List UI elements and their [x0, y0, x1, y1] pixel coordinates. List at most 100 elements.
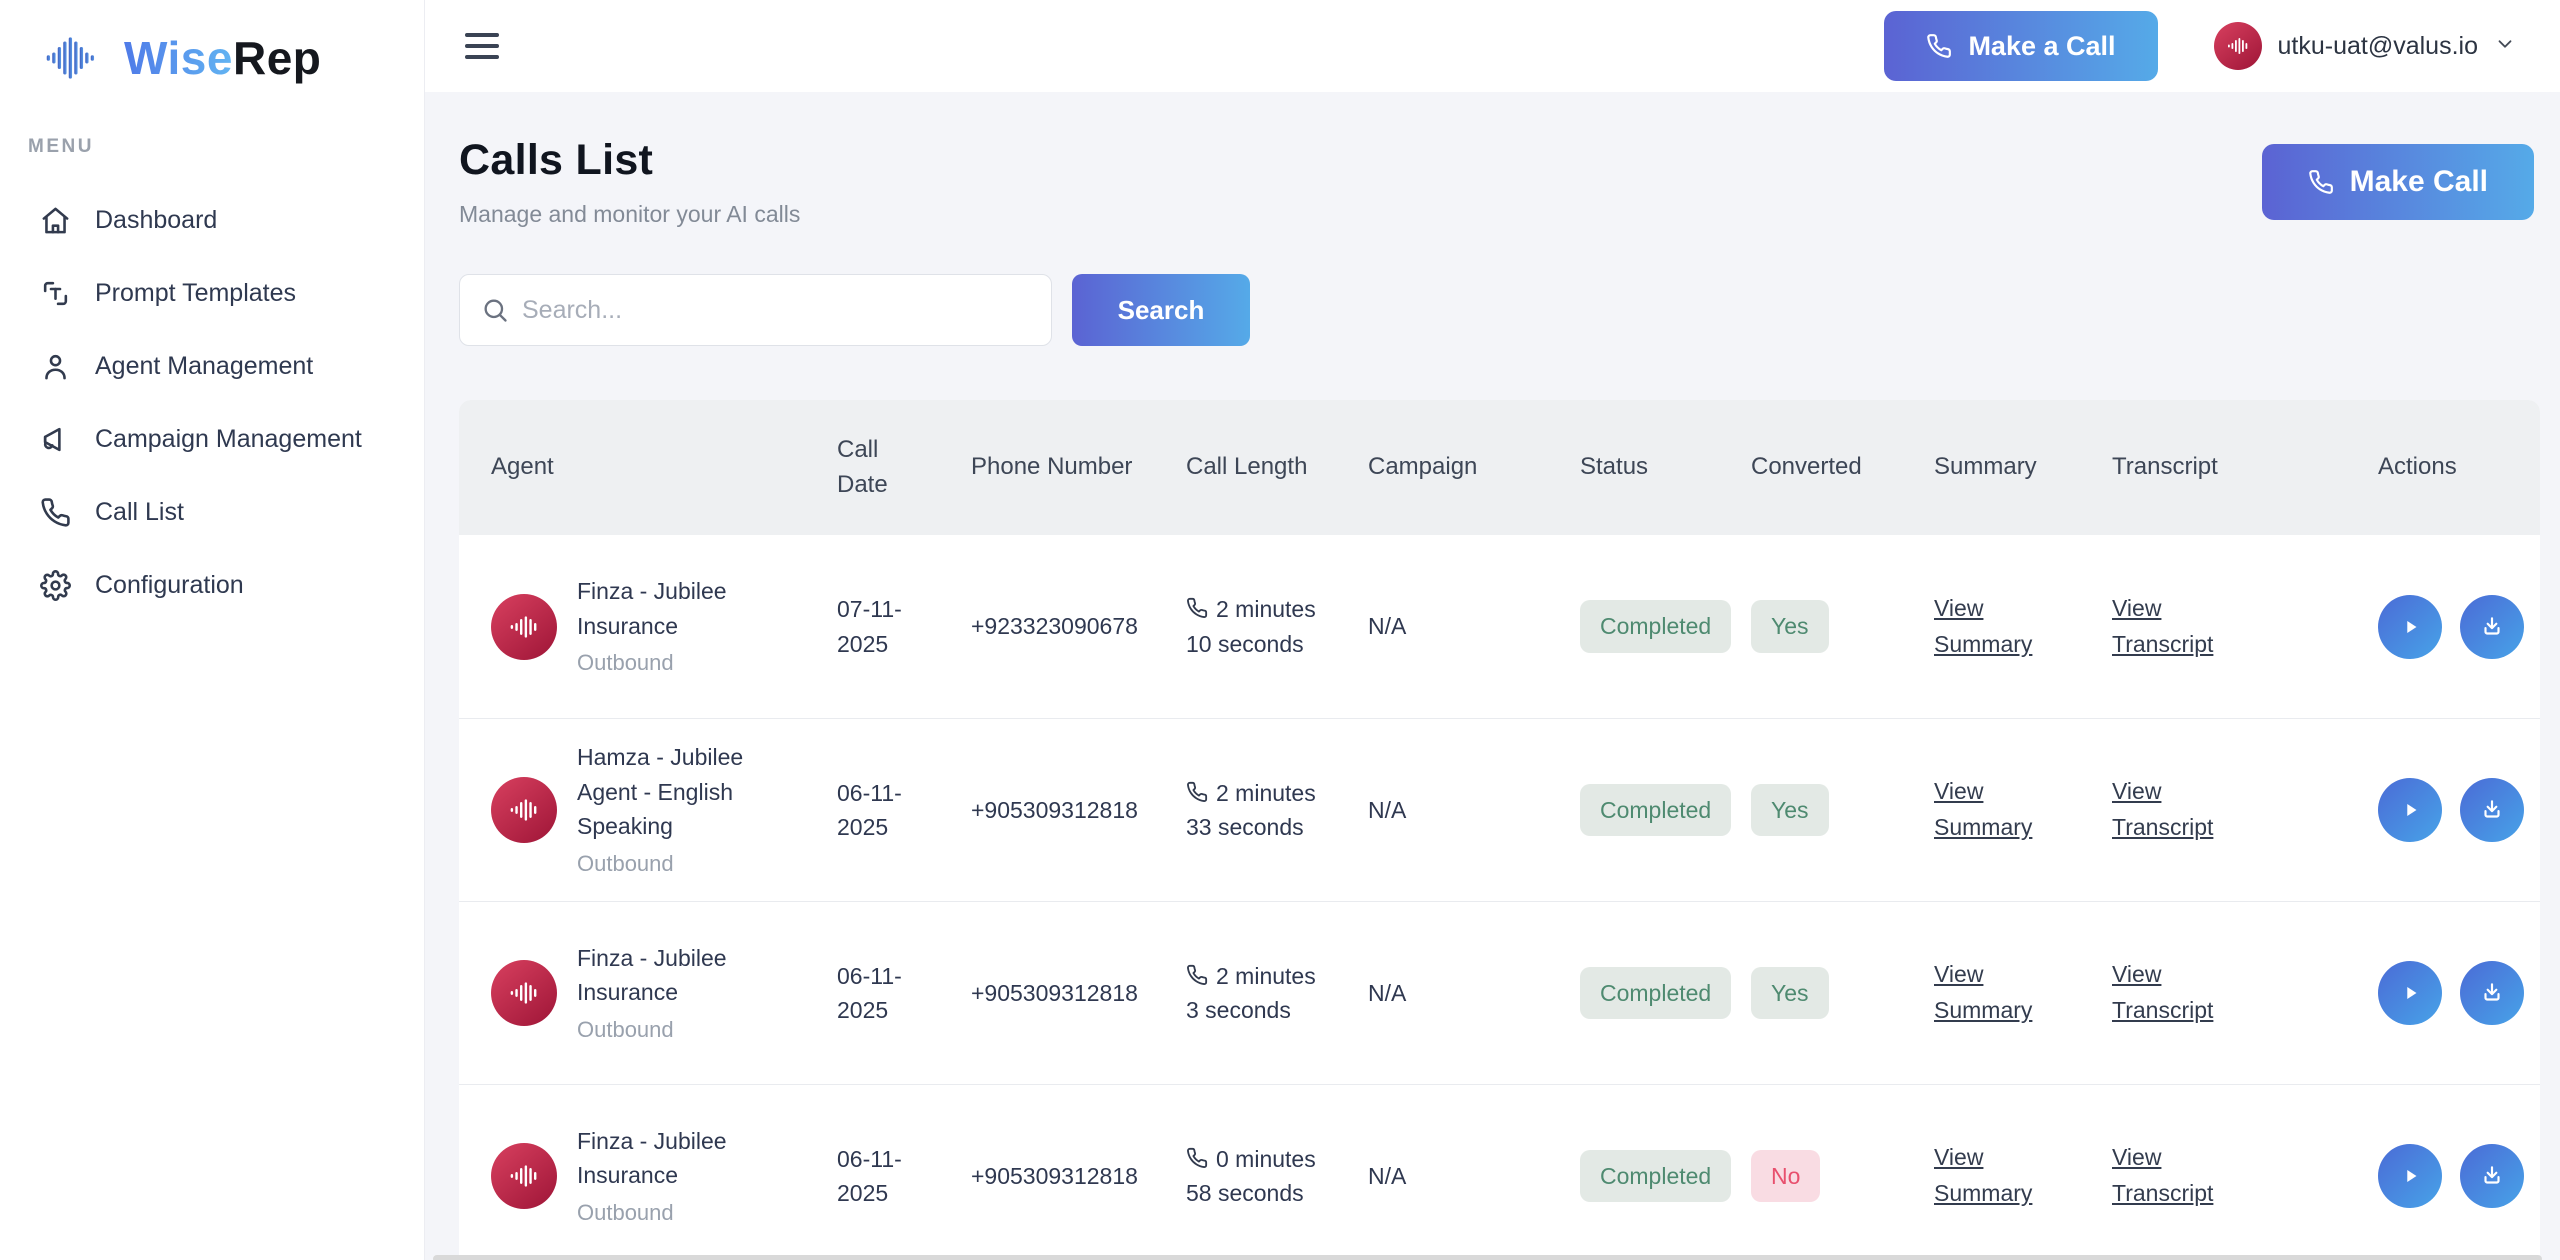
calls-table: Agent Call Date Phone Number Call Length…	[459, 400, 2540, 1260]
phone-icon	[40, 497, 71, 528]
view-transcript-link[interactable]: View Transcript	[2112, 774, 2234, 845]
play-icon	[2397, 614, 2423, 640]
agent-avatar	[491, 594, 557, 660]
phone-number: +905309312818	[939, 793, 1154, 828]
converted-badge: No	[1751, 1150, 1820, 1203]
menu-section-label: MENU	[28, 136, 424, 158]
template-icon	[40, 278, 71, 309]
sidebar-item-label: Call List	[95, 498, 184, 527]
sidebar-item-dashboard[interactable]: Dashboard	[0, 184, 424, 257]
converted-badge: Yes	[1751, 600, 1829, 653]
play-icon	[2397, 1163, 2423, 1189]
user-avatar	[2214, 22, 2262, 70]
download-icon	[2479, 1163, 2505, 1189]
search-input[interactable]	[459, 274, 1052, 346]
sidebar-item-prompt-templates[interactable]: Prompt Templates	[0, 257, 424, 330]
phone-icon	[1926, 33, 1952, 59]
agent-name: Finza - Jubilee Insurance	[577, 1124, 787, 1193]
agent-avatar	[491, 777, 557, 843]
waveform-icon	[508, 794, 540, 826]
phone-icon	[1186, 597, 1208, 619]
waveform-icon	[508, 1160, 540, 1192]
table-header-row: Agent Call Date Phone Number Call Length…	[459, 400, 2540, 535]
waveform-icon	[2226, 34, 2250, 58]
phone-icon	[1186, 781, 1208, 803]
phone-icon	[2308, 169, 2334, 195]
make-call-button[interactable]: Make Call	[2262, 144, 2534, 220]
sidebar-item-label: Dashboard	[95, 206, 217, 235]
call-length: 2 minutes 10 seconds	[1154, 592, 1336, 661]
campaign: N/A	[1336, 976, 1548, 1011]
sidebar-item-configuration[interactable]: Configuration	[0, 549, 424, 622]
top-bar: Make a Call utku-uat@valus.io	[425, 0, 2560, 92]
agent-name: Hamza - Jubilee Agent - English Speaking	[577, 740, 787, 844]
table-body: Finza - Jubilee Insurance Outbound 07-11…	[459, 535, 2540, 1260]
status-badge: Completed	[1580, 784, 1731, 837]
search-button[interactable]: Search	[1072, 274, 1250, 346]
call-direction: Outbound	[577, 646, 787, 679]
phone-icon	[1186, 1147, 1208, 1169]
download-recording-button[interactable]	[2460, 595, 2524, 659]
converted-badge: Yes	[1751, 967, 1829, 1020]
sidebar-nav: Dashboard Prompt Templates Agent Managem…	[0, 184, 424, 622]
home-icon	[40, 205, 71, 236]
table-row: Hamza - Jubilee Agent - English Speaking…	[459, 718, 2540, 901]
make-a-call-button[interactable]: Make a Call	[1884, 11, 2157, 81]
agent-name: Finza - Jubilee Insurance	[577, 574, 787, 643]
view-transcript-link[interactable]: View Transcript	[2112, 1140, 2234, 1211]
column-header-agent: Agent	[459, 450, 805, 485]
call-date: 06-11-2025	[805, 959, 939, 1028]
view-summary-link[interactable]: View Summary	[1934, 957, 2056, 1028]
call-direction: Outbound	[577, 847, 787, 880]
status-badge: Completed	[1580, 1150, 1731, 1203]
call-length: 2 minutes 3 seconds	[1154, 959, 1336, 1028]
campaign: N/A	[1336, 609, 1548, 644]
user-menu[interactable]: utku-uat@valus.io	[2214, 22, 2516, 70]
user-email: utku-uat@valus.io	[2278, 32, 2478, 61]
table-row: Finza - Jubilee Insurance Outbound 06-11…	[459, 901, 2540, 1084]
campaign: N/A	[1336, 793, 1548, 828]
brand-logo: WiseRep	[0, 26, 424, 90]
view-transcript-link[interactable]: View Transcript	[2112, 591, 2234, 662]
call-length: 0 minutes 58 seconds	[1154, 1142, 1336, 1211]
hamburger-icon[interactable]	[465, 33, 499, 59]
view-summary-link[interactable]: View Summary	[1934, 591, 2056, 662]
chevron-down-icon	[2494, 33, 2516, 60]
sidebar-item-call-list[interactable]: Call List	[0, 476, 424, 549]
agent-name: Finza - Jubilee Insurance	[577, 941, 787, 1010]
agent-avatar	[491, 1143, 557, 1209]
play-recording-button[interactable]	[2378, 1144, 2442, 1208]
call-direction: Outbound	[577, 1013, 787, 1046]
sidebar-item-campaign-management[interactable]: Campaign Management	[0, 403, 424, 476]
view-summary-link[interactable]: View Summary	[1934, 1140, 2056, 1211]
column-header-status: Status	[1548, 450, 1719, 485]
waveform-icon	[44, 36, 110, 80]
status-badge: Completed	[1580, 967, 1731, 1020]
view-transcript-link[interactable]: View Transcript	[2112, 957, 2234, 1028]
download-icon	[2479, 614, 2505, 640]
download-recording-button[interactable]	[2460, 1144, 2524, 1208]
page-title: Calls List	[459, 136, 800, 185]
play-recording-button[interactable]	[2378, 961, 2442, 1025]
table-row: Finza - Jubilee Insurance Outbound 06-11…	[459, 1084, 2540, 1260]
call-length: 2 minutes 33 seconds	[1154, 776, 1336, 845]
play-recording-button[interactable]	[2378, 778, 2442, 842]
download-recording-button[interactable]	[2460, 961, 2524, 1025]
sidebar-item-agent-management[interactable]: Agent Management	[0, 330, 424, 403]
agent-avatar	[491, 960, 557, 1026]
view-summary-link[interactable]: View Summary	[1934, 774, 2056, 845]
horizontal-scrollbar[interactable]	[433, 1255, 2542, 1260]
call-date: 06-11-2025	[805, 776, 939, 845]
column-header-converted: Converted	[1719, 450, 1902, 485]
column-header-phone-number: Phone Number	[939, 450, 1154, 485]
sidebar-item-label: Prompt Templates	[95, 279, 296, 308]
play-icon	[2397, 797, 2423, 823]
call-date: 07-11-2025	[805, 592, 939, 661]
download-recording-button[interactable]	[2460, 778, 2524, 842]
play-recording-button[interactable]	[2378, 595, 2442, 659]
page-content: Calls List Manage and monitor your AI ca…	[425, 92, 2560, 1260]
call-direction: Outbound	[577, 1196, 787, 1229]
phone-number: +923323090678	[939, 609, 1154, 644]
main-area: Make a Call utku-uat@valus.io	[425, 0, 2560, 1260]
call-date: 06-11-2025	[805, 1142, 939, 1211]
